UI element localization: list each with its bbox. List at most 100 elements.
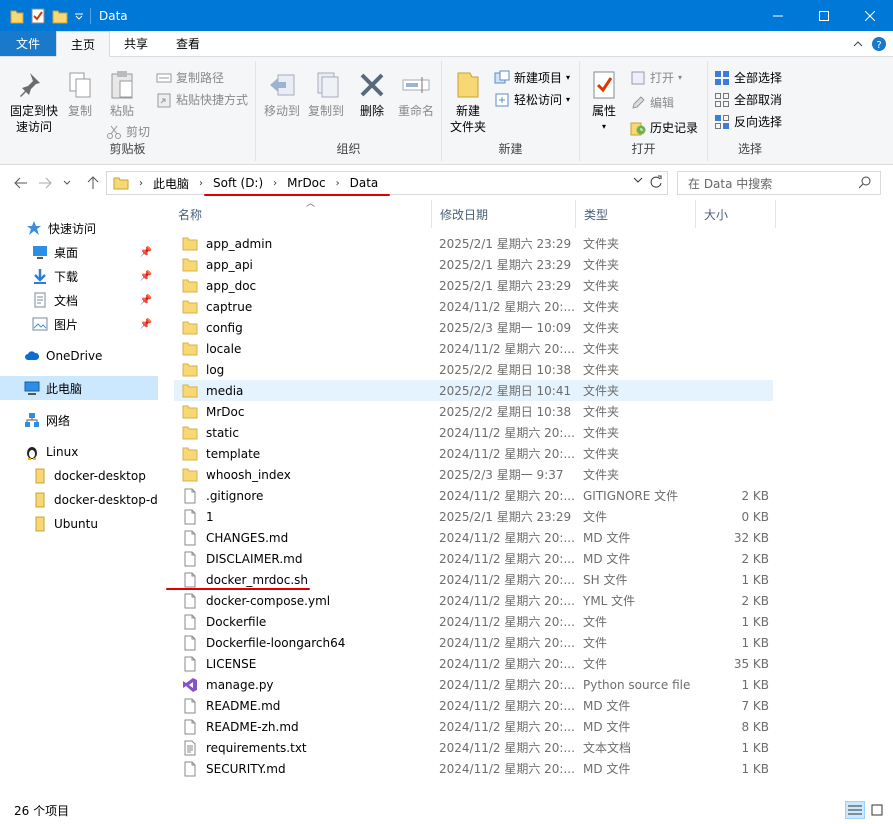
file-row[interactable]: requirements.txt 2024/11/2 星期六 20:... 文本文档… <box>174 737 773 758</box>
breadcrumb-separator[interactable]: › <box>269 178 281 189</box>
folder-row[interactable]: template 2024/11/2 星期六 20:... 文件夹 <box>174 443 773 464</box>
new-folder-button[interactable]: 新建 文件夹 <box>446 69 490 135</box>
large-icons-view-button[interactable] <box>867 801 887 819</box>
up-button[interactable] <box>82 172 104 194</box>
nav-quick-access[interactable]: 快速访问 <box>0 216 158 240</box>
chevron-down-icon[interactable] <box>74 8 84 24</box>
new-item-button[interactable]: 新建项目 ▾ <box>494 69 570 86</box>
copy-path-button[interactable]: 复制路径 <box>156 69 224 86</box>
nav-downloads[interactable]: 下载 📌 <box>0 264 158 288</box>
select-none-button[interactable]: 全部取消 <box>714 91 782 108</box>
help-icon[interactable]: ? <box>871 36 887 52</box>
nav-pictures[interactable]: 图片 📌 <box>0 312 158 336</box>
properties-icon[interactable] <box>30 8 46 24</box>
file-size: 1 KB <box>741 740 769 755</box>
new-folder-icon[interactable] <box>52 8 68 24</box>
open-button[interactable]: 打开 ▾ <box>630 69 682 86</box>
nav-desktop[interactable]: 桌面 📌 <box>0 240 158 264</box>
breadcrumb-data[interactable]: Data <box>350 176 379 190</box>
move-to-button[interactable]: 移动到 <box>260 69 304 119</box>
nav-documents[interactable]: 文档 📌 <box>0 288 158 312</box>
delete-button[interactable]: 删除 <box>354 69 390 119</box>
paste-button[interactable]: 粘贴 <box>104 69 140 119</box>
easy-access-button[interactable]: 轻松访问 ▾ <box>494 91 570 108</box>
tab-file[interactable]: 文件 <box>0 31 57 56</box>
address-box[interactable]: › 此电脑 › Soft (D:) › MrDoc › Data <box>106 171 668 195</box>
file-row[interactable]: SECURITY.md 2024/11/2 星期六 20:... MD 文件 1 KB <box>174 758 773 779</box>
folder-row[interactable]: whoosh_index 2025/2/3 星期一 9:37 文件夹 <box>174 464 773 485</box>
breadcrumb-separator[interactable]: › <box>195 178 207 189</box>
folder-row[interactable]: app_api 2025/2/1 星期六 23:29 文件夹 <box>174 254 773 275</box>
folder-row[interactable]: static 2024/11/2 星期六 20:... 文件夹 <box>174 422 773 443</box>
invert-selection-button[interactable]: 反向选择 <box>714 113 782 130</box>
file-row[interactable]: docker-compose.yml 2024/11/2 星期六 20:... YM… <box>174 590 773 611</box>
edit-button[interactable]: 编辑 <box>630 94 674 111</box>
forward-button[interactable] <box>34 172 56 194</box>
minimize-button[interactable] <box>755 0 801 31</box>
rename-button[interactable]: 重命名 <box>394 69 438 119</box>
nav-ubuntu[interactable]: Ubuntu <box>0 512 158 536</box>
details-view-button[interactable] <box>845 801 865 819</box>
file-row[interactable]: 1 2025/2/1 星期六 23:29 文件 0 KB <box>174 506 773 527</box>
nav-this-pc[interactable]: 此电脑 <box>0 376 158 400</box>
file-date: 2024/11/2 星期六 20:... <box>439 300 575 314</box>
close-button[interactable] <box>847 0 893 31</box>
recent-locations-button[interactable] <box>60 172 74 194</box>
tab-home[interactable]: 主页 <box>56 31 111 57</box>
file-size: 7 KB <box>741 698 769 713</box>
properties-button[interactable]: 属性 ▾ <box>586 69 622 135</box>
file-row[interactable]: .gitignore 2024/11/2 星期六 20:... GITIGNORE … <box>174 485 773 506</box>
file-row[interactable]: Dockerfile-loongarch64 2024/11/2 星期六 20:.… <box>174 632 773 653</box>
delete-icon <box>360 73 384 97</box>
breadcrumb-soft-d[interactable]: Soft (D:) <box>213 176 263 190</box>
folder-row[interactable]: locale 2024/11/2 星期六 20:... 文件夹 <box>174 338 773 359</box>
nav-docker-desktop-data[interactable]: docker-desktop-d <box>0 488 158 512</box>
file-row[interactable]: LICENSE 2024/11/2 星期六 20:... 文件 35 KB <box>174 653 773 674</box>
paste-shortcut-button[interactable]: 粘贴快捷方式 <box>156 91 248 108</box>
breadcrumb-separator[interactable]: › <box>135 178 147 189</box>
file-row[interactable]: Dockerfile 2024/11/2 星期六 20:... 文件 1 KB <box>174 611 773 632</box>
nav-network[interactable]: 网络 <box>0 408 158 432</box>
refresh-icon[interactable] <box>649 175 663 189</box>
folder-row[interactable]: app_doc 2025/2/1 星期六 23:29 文件夹 <box>174 275 773 296</box>
column-name[interactable]: 名称 ︿ <box>170 199 432 228</box>
folder-row[interactable]: captrue 2024/11/2 星期六 20:... 文件夹 <box>174 296 773 317</box>
copy-button[interactable]: 复制 <box>62 69 98 119</box>
back-button[interactable] <box>10 172 32 194</box>
copy-to-button[interactable]: 复制到 <box>304 69 348 119</box>
file-name: captrue <box>182 296 432 317</box>
folder-row[interactable]: MrDoc 2025/2/2 星期日 10:38 文件夹 <box>174 401 773 422</box>
search-box[interactable]: 在 Data 中搜索 <box>677 171 881 195</box>
file-row[interactable]: README-zh.md 2024/11/2 星期六 20:... MD 文件 8 K… <box>174 716 773 737</box>
nav-docker-desktop[interactable]: docker-desktop <box>0 464 158 488</box>
search-icon[interactable] <box>858 175 872 189</box>
file-row[interactable]: CHANGES.md 2024/11/2 星期六 20:... MD 文件 32 KB <box>174 527 773 548</box>
open-group: 属性 ▾ 打开 ▾ 编辑 历史记录 打开 <box>580 61 708 161</box>
breadcrumb-separator[interactable]: › <box>332 178 344 189</box>
tab-view[interactable]: 查看 <box>162 31 214 56</box>
history-button[interactable]: 历史记录 <box>630 119 698 136</box>
collapse-ribbon-icon[interactable] <box>853 39 863 49</box>
breadcrumb-mrdoc[interactable]: MrDoc <box>287 176 325 190</box>
tab-share[interactable]: 共享 <box>110 31 162 56</box>
folder-row[interactable]: config 2025/2/3 星期一 10:09 文件夹 <box>174 317 773 338</box>
folder-row[interactable]: media 2025/2/2 星期日 10:41 文件夹 <box>174 380 773 401</box>
folder-row[interactable]: app_admin 2025/2/1 星期六 23:29 文件夹 <box>174 233 773 254</box>
nav-onedrive[interactable]: OneDrive <box>0 344 158 368</box>
file-row[interactable]: manage.py 2024/11/2 星期六 20:... Python sour… <box>174 674 773 695</box>
file-icon <box>184 719 196 734</box>
select-all-button[interactable]: 全部选择 <box>714 69 782 86</box>
file-row[interactable]: DISCLAIMER.md 2024/11/2 星期六 20:... MD 文件 2 … <box>174 548 773 569</box>
pin-quick-access-button[interactable]: 固定到快 速访问 <box>6 69 62 135</box>
column-type[interactable]: 类型 <box>576 200 696 228</box>
maximize-button[interactable] <box>801 0 847 31</box>
column-size[interactable]: 大小 <box>696 200 776 228</box>
file-row[interactable]: docker_mrdoc.sh 2024/11/2 星期六 20:... SH 文件… <box>174 569 773 590</box>
chevron-down-icon[interactable] <box>633 176 643 184</box>
column-date[interactable]: 修改日期 <box>432 200 576 228</box>
folder-row[interactable]: log 2025/2/2 星期日 10:38 文件夹 <box>174 359 773 380</box>
file-row[interactable]: README.md 2024/11/2 星期六 20:... MD 文件 7 KB <box>174 695 773 716</box>
nav-linux[interactable]: Linux <box>0 440 158 464</box>
cut-button[interactable]: 剪切 <box>106 123 150 140</box>
breadcrumb-this-pc[interactable]: 此电脑 <box>153 175 189 192</box>
